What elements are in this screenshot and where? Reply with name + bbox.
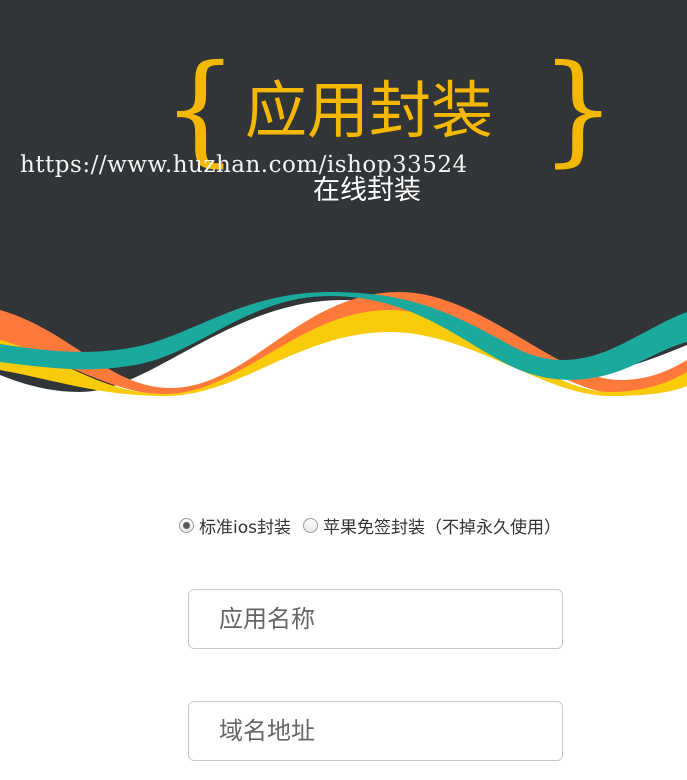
right-brace-decoration: } [540,40,617,179]
radio-label-apple-no-sign: 苹果免签封装（不掉永久使用） [322,518,561,538]
app-name-input[interactable] [188,589,563,649]
domain-url-input[interactable] [188,701,563,761]
page-subtitle: 在线封装 [313,175,421,206]
radio-option-apple-no-sign[interactable]: 苹果免签封装（不掉永久使用） [302,513,561,538]
radio-button-unchecked[interactable] [302,518,318,533]
header-banner: { } 应用封装 https://www.huzhan.com/ishop335… [0,0,687,400]
radio-label-standard-ios: 标准ios封装 [199,518,291,538]
package-type-radio-group: 标准ios封装 苹果免签封装（不掉永久使用） [179,513,573,538]
radio-button-checked[interactable] [179,518,194,533]
page-title: 应用封装 [245,74,494,147]
radio-option-standard-ios[interactable]: 标准ios封装 [179,513,291,538]
